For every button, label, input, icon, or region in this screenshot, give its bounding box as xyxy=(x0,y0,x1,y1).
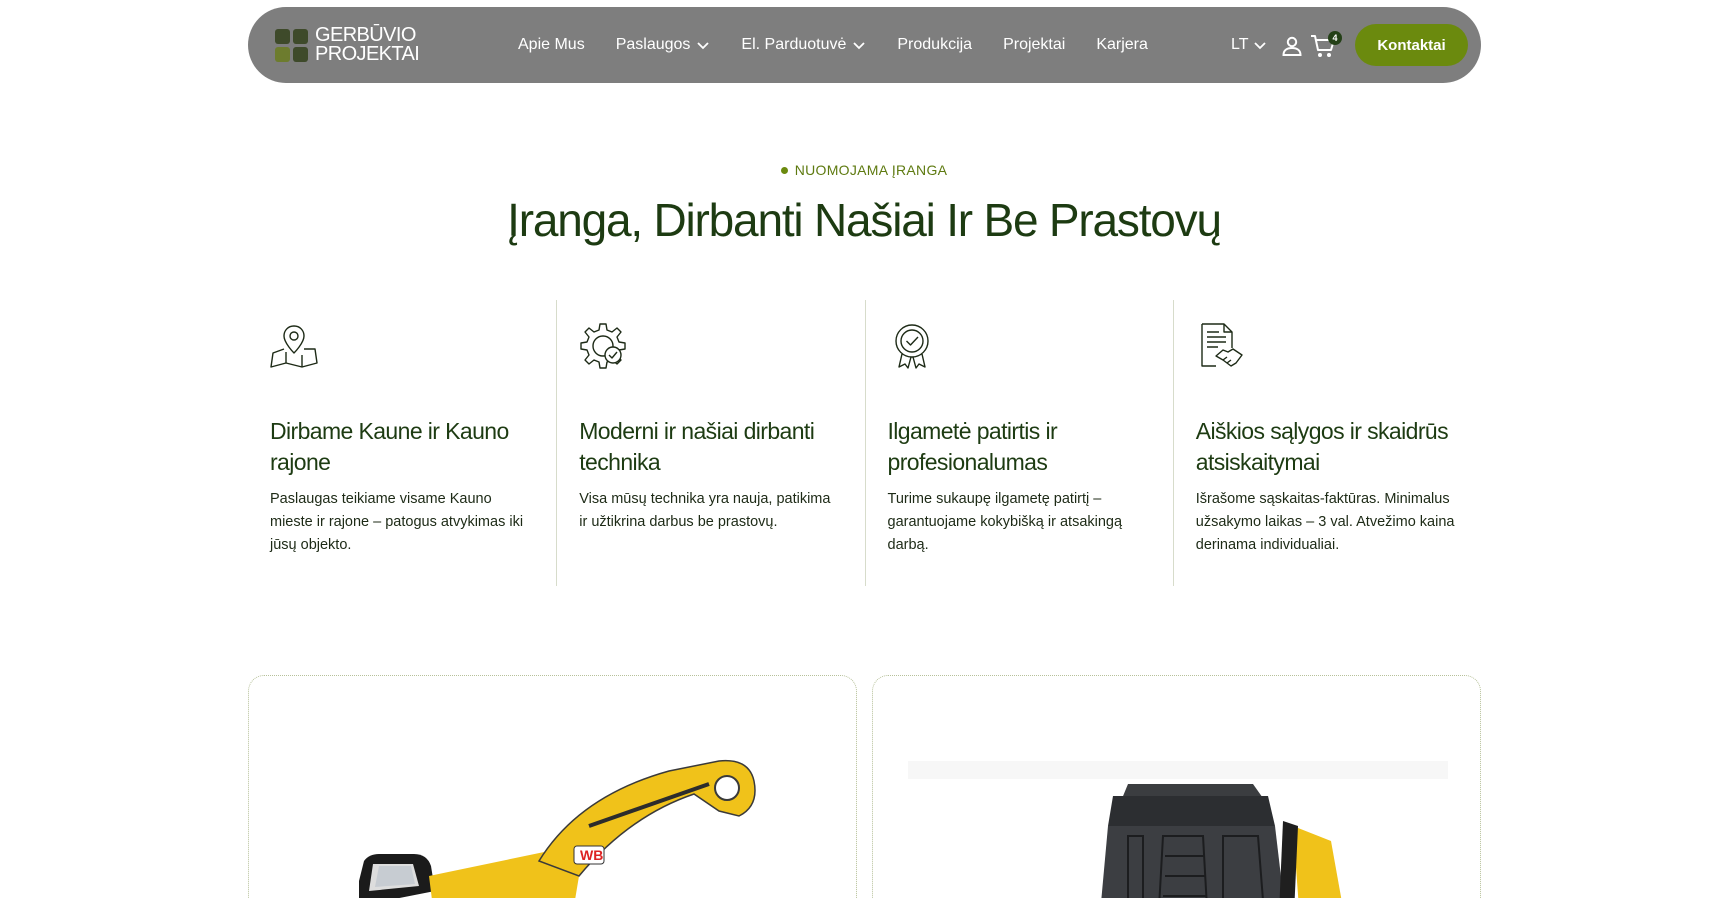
map-pin-icon xyxy=(270,325,318,368)
nav-label: Projektai xyxy=(1003,36,1066,53)
feature-item: Ilgametė patirtis ir profesionalumas Tur… xyxy=(864,300,1173,586)
language-label: LT xyxy=(1231,36,1249,53)
nav-item-apie-mus[interactable]: Apie Mus xyxy=(518,36,585,54)
feature-desc: Turime sukaupę ilgametę patirtį – garant… xyxy=(887,491,1123,553)
cart-count-badge: 4 xyxy=(1328,31,1342,45)
feature-item: Aiškios sąlygos ir skaidrūs atsiskaityma… xyxy=(1172,300,1481,586)
main-nav: Apie Mus Paslaugos El. Parduotuvė Produk… xyxy=(518,7,1179,83)
nav-label: Apie Mus xyxy=(518,36,585,53)
feature-item: Dirbame Kaune ir Kauno rajone Paslaugas … xyxy=(248,300,556,586)
feature-title: Moderni ir našiai dirbanti technika xyxy=(579,418,815,475)
language-switcher[interactable]: LT xyxy=(1231,7,1267,83)
skid-steer-loader-image xyxy=(908,761,1448,898)
feature-desc: Išrašome sąskaitas-faktūras. Minimalus u… xyxy=(1195,491,1455,553)
chevron-down-icon xyxy=(853,42,866,50)
nav-item-paslaugos[interactable]: Paslaugos xyxy=(616,36,711,54)
equipment-card[interactable]: WB xyxy=(248,675,857,898)
feature-desc: Visa mūsų technika yra nauja, patikima i… xyxy=(579,491,831,530)
section-eyebrow: NUOMOJAMA ĮRANGA xyxy=(0,162,1728,178)
nav-item-produkcija[interactable]: Produkcija xyxy=(897,36,972,54)
site-header: GERBŪVIO PROJEKTAI Apie Mus Paslaugos El… xyxy=(248,7,1481,83)
logo[interactable]: GERBŪVIO PROJEKTAI xyxy=(275,25,420,65)
feature-title: Aiškios sąlygos ir skaidrūs atsiskaityma… xyxy=(1195,418,1449,475)
eyebrow-label: NUOMOJAMA ĮRANGA xyxy=(794,162,948,178)
chevron-down-icon xyxy=(697,42,710,50)
nav-label: Paslaugos xyxy=(615,36,691,53)
contact-button[interactable]: Kontaktai xyxy=(1355,24,1468,66)
nav-label: El. Parduotuvė xyxy=(741,36,847,53)
nav-label: Karjera xyxy=(1096,36,1148,53)
logo-text: GERBŪVIO PROJEKTAI xyxy=(315,25,420,65)
svg-text:WB: WB xyxy=(580,847,603,863)
feature-title: Ilgametė patirtis ir profesionalumas xyxy=(887,418,1058,475)
award-badge-icon xyxy=(894,324,929,369)
contract-handshake-icon xyxy=(1201,323,1243,367)
gear-check-icon xyxy=(580,323,626,369)
features-row: Dirbame Kaune ir Kauno rajone Paslaugas … xyxy=(248,300,1481,586)
user-icon[interactable] xyxy=(1280,34,1304,58)
nav-item-projektai[interactable]: Projektai xyxy=(1003,36,1065,54)
excavator-image: WB xyxy=(359,759,756,898)
feature-title: Dirbame Kaune ir Kauno rajone xyxy=(270,418,509,475)
nav-item-el-parduotuve[interactable]: El. Parduotuvė xyxy=(741,36,866,54)
nav-item-karjera[interactable]: Karjera xyxy=(1096,36,1148,54)
nav-label: Produkcija xyxy=(897,36,973,53)
equipment-card[interactable] xyxy=(872,675,1481,898)
logo-mark-icon xyxy=(275,28,308,62)
logo-line2: PROJEKTAI xyxy=(315,43,420,65)
feature-desc: Paslaugas teikiame visame Kauno mieste i… xyxy=(270,491,524,553)
section-title: Įranga, Dirbanti Našiai Ir Be Prastovų xyxy=(507,194,1222,246)
dot-icon xyxy=(780,166,788,174)
chevron-down-icon xyxy=(1254,42,1267,50)
feature-item: Moderni ir našiai dirbanti technika Visa… xyxy=(556,300,864,586)
